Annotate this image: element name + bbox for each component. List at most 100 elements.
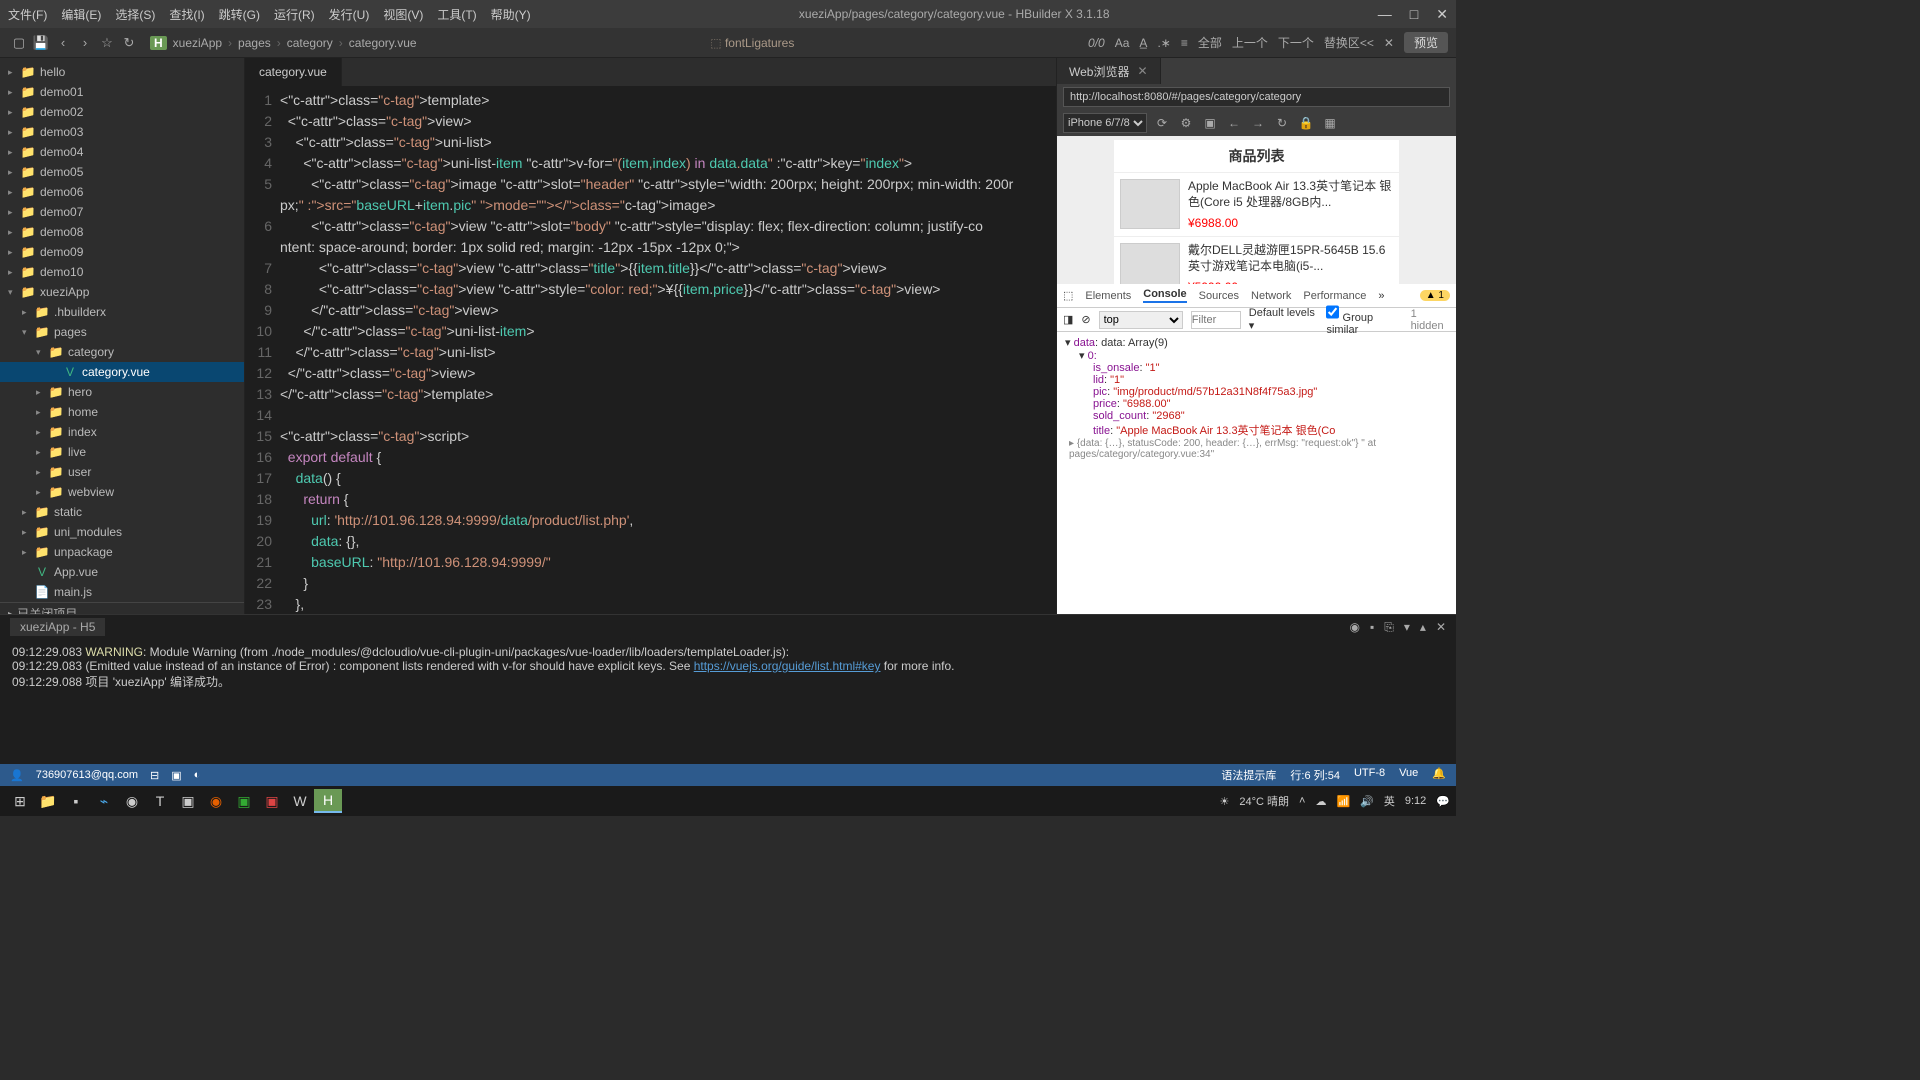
app-icon-3[interactable]: ▣ bbox=[230, 789, 258, 813]
close-tab-icon[interactable]: ✕ bbox=[1137, 64, 1147, 78]
search-placeholder[interactable]: ⬚ fontLigatures bbox=[417, 36, 1088, 50]
closed-projects[interactable]: ▸ 已关闭项目 bbox=[0, 602, 244, 614]
menu-help[interactable]: 帮助(Y) bbox=[491, 6, 531, 23]
tree-item-demo07[interactable]: ▸📁demo07 bbox=[0, 202, 244, 222]
levels-select[interactable]: Default levels ▾ bbox=[1249, 307, 1319, 332]
term-down-icon[interactable]: ▾ bbox=[1404, 620, 1410, 635]
reload-icon[interactable]: ⟳ bbox=[1153, 116, 1171, 130]
notif-icon[interactable]: 💬 bbox=[1436, 795, 1450, 808]
nav-replace[interactable]: 替换区<< bbox=[1324, 34, 1374, 51]
menu-view[interactable]: 视图(V) bbox=[383, 6, 423, 23]
dt-sidebar-icon[interactable]: ◨ bbox=[1063, 313, 1073, 326]
warning-badge[interactable]: ▲ 1 bbox=[1420, 290, 1450, 301]
menu-file[interactable]: 文件(F) bbox=[8, 6, 47, 23]
refresh-nav-icon[interactable]: ↻ bbox=[1273, 116, 1291, 130]
clear-icon[interactable]: ⊘ bbox=[1081, 313, 1090, 326]
back-nav-icon[interactable]: ← bbox=[1225, 116, 1243, 130]
start-icon[interactable]: ⊞ bbox=[6, 789, 34, 813]
word-icon[interactable]: A̲ bbox=[1139, 36, 1147, 50]
tree-item-unpackage[interactable]: ▸📁unpackage bbox=[0, 542, 244, 562]
menu-edit[interactable]: 编辑(E) bbox=[61, 6, 101, 23]
menu-run[interactable]: 运行(R) bbox=[274, 6, 315, 23]
forward-nav-icon[interactable]: → bbox=[1249, 116, 1267, 130]
phone-preview[interactable]: 商品列表 Apple MacBook Air 13.3英寸笔记本 银色(Core… bbox=[1114, 140, 1399, 284]
filter-input[interactable] bbox=[1191, 311, 1241, 329]
tree-item-static[interactable]: ▸📁static bbox=[0, 502, 244, 522]
sb-icon3[interactable]: ◐ bbox=[194, 769, 201, 781]
vscode-icon[interactable]: ⌁ bbox=[90, 789, 118, 813]
menu-find[interactable]: 查找(I) bbox=[169, 6, 204, 23]
chrome-icon[interactable]: ◉ bbox=[118, 789, 146, 813]
firefox-icon[interactable]: ◉ bbox=[202, 789, 230, 813]
explorer-icon[interactable]: 📁 bbox=[34, 789, 62, 813]
product-item[interactable]: Apple MacBook Air 13.3英寸笔记本 银色(Core i5 处… bbox=[1114, 173, 1399, 237]
screenshot-icon[interactable]: ▣ bbox=[1201, 116, 1219, 130]
qr-icon[interactable]: ▦ bbox=[1321, 116, 1339, 130]
tree-item-main.js[interactable]: 📄main.js bbox=[0, 582, 244, 602]
close-search-icon[interactable]: ✕ bbox=[1384, 36, 1394, 50]
app-icon-2[interactable]: ▣ bbox=[174, 789, 202, 813]
tree-item-.hbuilderx[interactable]: ▸📁.hbuilderx bbox=[0, 302, 244, 322]
tree-item-demo06[interactable]: ▸📁demo06 bbox=[0, 182, 244, 202]
tree-item-uni_modules[interactable]: ▸📁uni_modules bbox=[0, 522, 244, 542]
user-icon[interactable]: 👤 bbox=[10, 769, 24, 782]
dt-performance[interactable]: Performance bbox=[1303, 290, 1366, 302]
tree-item-index[interactable]: ▸📁index bbox=[0, 422, 244, 442]
code-editor[interactable]: 1234567891011121314151617181920212223 <"… bbox=[245, 86, 1056, 614]
dt-console[interactable]: Console bbox=[1143, 288, 1186, 303]
tree-item-live[interactable]: ▸📁live bbox=[0, 442, 244, 462]
menu-goto[interactable]: 跳转(G) bbox=[219, 6, 260, 23]
new-file-icon[interactable]: ▢ bbox=[8, 35, 30, 51]
dt-network[interactable]: Network bbox=[1251, 290, 1291, 302]
nav-next[interactable]: 下一个 bbox=[1278, 34, 1314, 51]
context-select[interactable]: top bbox=[1099, 311, 1183, 329]
regex-icon[interactable]: .∗ bbox=[1157, 36, 1170, 50]
star-icon[interactable]: ☆ bbox=[96, 35, 118, 51]
tree-item-demo09[interactable]: ▸📁demo09 bbox=[0, 242, 244, 262]
syntax-lib[interactable]: 语法提示库 bbox=[1221, 767, 1276, 783]
tree-item-category.vue[interactable]: Vcategory.vue bbox=[0, 362, 244, 382]
dt-elements[interactable]: Elements bbox=[1085, 290, 1131, 302]
nav-prev[interactable]: 上一个 bbox=[1232, 34, 1268, 51]
settings-icon[interactable]: ⚙ bbox=[1177, 116, 1195, 130]
tree-item-webview[interactable]: ▸📁webview bbox=[0, 482, 244, 502]
tree-item-App.vue[interactable]: VApp.vue bbox=[0, 562, 244, 582]
menu-select[interactable]: 选择(S) bbox=[115, 6, 155, 23]
device-select[interactable]: iPhone 6/7/8 bbox=[1063, 113, 1147, 133]
tree-item-xueziApp[interactable]: ▾📁xueziApp bbox=[0, 282, 244, 302]
sb-icon1[interactable]: ⊟ bbox=[150, 769, 159, 782]
terminal-output[interactable]: 09:12:29.083 WARNING: Module Warning (fr… bbox=[0, 639, 1456, 764]
refresh-icon[interactable]: ↻ bbox=[118, 35, 140, 51]
tree-item-user[interactable]: ▸📁user bbox=[0, 462, 244, 482]
ime-icon[interactable]: 英 bbox=[1384, 793, 1395, 809]
nav-all[interactable]: 全部 bbox=[1198, 34, 1222, 51]
term-close-icon[interactable]: ✕ bbox=[1436, 620, 1446, 635]
terminal-tab[interactable]: xueziApp - H5 bbox=[10, 618, 105, 636]
tree-item-category[interactable]: ▾📁category bbox=[0, 342, 244, 362]
volume-icon[interactable]: 🔊 bbox=[1360, 795, 1374, 808]
tree-item-demo02[interactable]: ▸📁demo02 bbox=[0, 102, 244, 122]
product-item[interactable]: 戴尔DELL灵越游匣15PR-5645B 15.6英寸游戏笔记本电脑(i5-..… bbox=[1114, 237, 1399, 284]
forward-icon[interactable]: › bbox=[74, 35, 96, 50]
tree-item-demo03[interactable]: ▸📁demo03 bbox=[0, 122, 244, 142]
inspect-icon[interactable]: ⬚ bbox=[1063, 289, 1073, 302]
language[interactable]: Vue bbox=[1399, 767, 1418, 783]
preview-button[interactable]: 预览 bbox=[1404, 32, 1448, 53]
list-icon[interactable]: ≡ bbox=[1181, 36, 1188, 50]
app-icon-4[interactable]: ▣ bbox=[258, 789, 286, 813]
dt-sources[interactable]: Sources bbox=[1199, 290, 1239, 302]
crumb-category[interactable]: category bbox=[287, 36, 333, 50]
console-output[interactable]: ▾ data: data: Array(9) ▾ 0: is_onsale: "… bbox=[1057, 332, 1456, 614]
clock[interactable]: 9:12 bbox=[1405, 795, 1426, 807]
crumb-pages[interactable]: pages bbox=[238, 36, 271, 50]
term-stop-icon[interactable]: ◉ bbox=[1350, 620, 1360, 635]
encoding[interactable]: UTF-8 bbox=[1354, 767, 1385, 783]
tree-item-demo08[interactable]: ▸📁demo08 bbox=[0, 222, 244, 242]
sb-icon2[interactable]: ▣ bbox=[171, 769, 181, 782]
project-explorer[interactable]: ▸📁hello▸📁demo01▸📁demo02▸📁demo03▸📁demo04▸… bbox=[0, 58, 245, 614]
term-up-icon[interactable]: ▴ bbox=[1420, 620, 1426, 635]
minimize-icon[interactable]: ― bbox=[1378, 6, 1392, 23]
bell-icon[interactable]: 🔔 bbox=[1432, 767, 1446, 783]
wifi-icon[interactable]: 📶 bbox=[1336, 795, 1350, 808]
tree-item-demo10[interactable]: ▸📁demo10 bbox=[0, 262, 244, 282]
